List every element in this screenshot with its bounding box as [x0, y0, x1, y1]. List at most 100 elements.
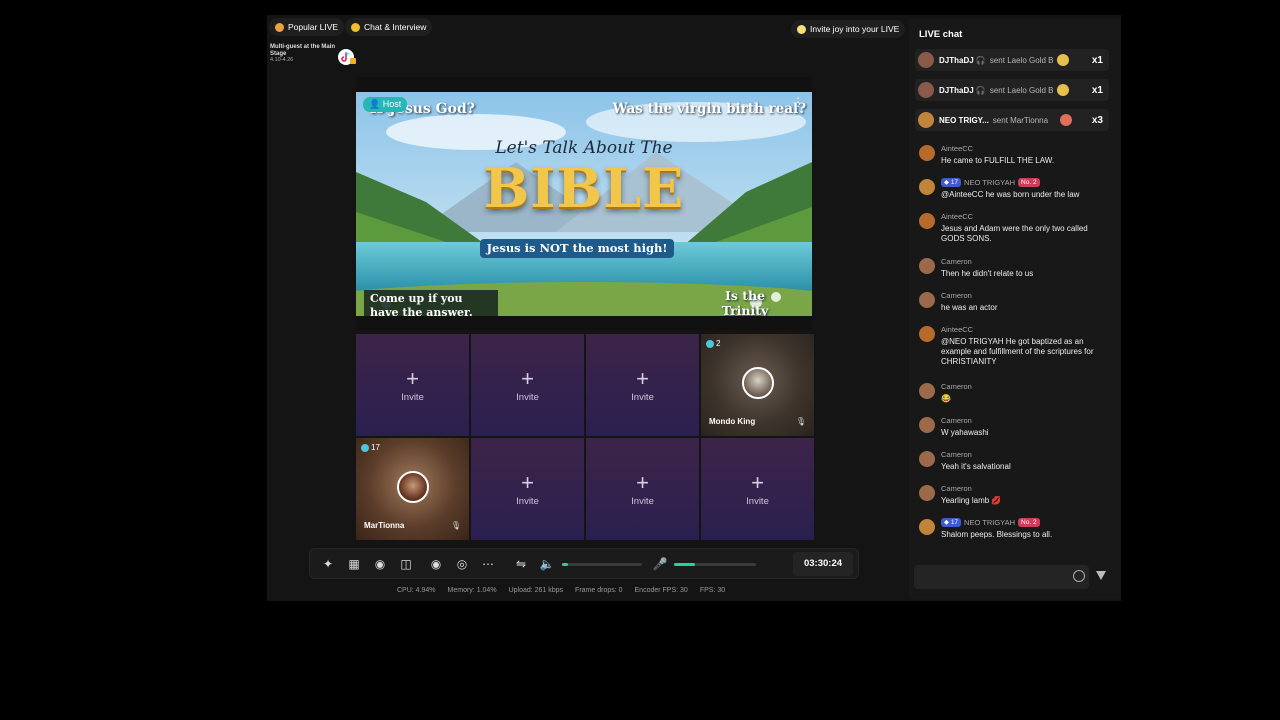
invite-label: Invite — [516, 495, 539, 507]
gift-user[interactable]: DJThaDJ 🎧 — [939, 56, 986, 65]
adjustments-icon[interactable]: ⇋ — [513, 556, 529, 572]
chat-input[interactable] — [914, 565, 1089, 589]
emoji-icon[interactable] — [1073, 570, 1085, 582]
stage-title: Multi-guest at the Main Stage — [270, 44, 335, 57]
avatar[interactable] — [919, 326, 935, 342]
flame-icon — [275, 22, 284, 32]
mic-level-slider[interactable] — [674, 563, 756, 566]
avatar — [918, 82, 934, 98]
chat-username[interactable]: Cameron — [941, 416, 972, 425]
invite-label: Invite — [401, 391, 424, 403]
person-icon: 👤 — [369, 99, 381, 109]
popular-live-tab[interactable]: Popular LIVE — [269, 18, 345, 36]
chat-username[interactable]: Cameron — [941, 291, 972, 300]
chat-username-row[interactable]: ◆ 17 NEO TRIGYAH No. 2 — [941, 518, 1040, 527]
chat-username[interactable]: AinteeCC — [941, 144, 973, 153]
chat-username[interactable]: Cameron — [941, 257, 972, 266]
guest-tile-mondo-king[interactable]: 2 Mondo King 🎙 — [701, 334, 814, 436]
mic-icon[interactable]: 🎙 — [796, 417, 806, 426]
screen-share-icon[interactable]: ◫ — [398, 556, 414, 572]
avatar[interactable] — [919, 213, 935, 229]
rank-badge: No. 2 — [1018, 518, 1040, 527]
plus-icon: + — [406, 365, 419, 391]
chat-username[interactable]: AinteeCC — [941, 325, 973, 334]
invite-label: Invite — [631, 391, 654, 403]
chat-username[interactable]: Cameron — [941, 450, 972, 459]
more-options-icon[interactable]: ⋯ — [480, 556, 496, 572]
chat-text: Shalom peeps. Blessings to all. — [941, 530, 1053, 539]
avatar[interactable] — [919, 145, 935, 161]
chat-text: Jesus and Adam were the only two called … — [941, 224, 1088, 243]
volume-slider-fill — [562, 563, 569, 566]
gift-user[interactable]: NEO TRIGY... — [939, 116, 989, 125]
cpu-stat: CPU: 4.94% — [397, 587, 436, 594]
banner-question-virgin-birth: Was the virgin birth real? — [612, 101, 806, 117]
chat-text: @NEO TRIGYAH He got baptized as an examp… — [941, 337, 1094, 366]
avatar[interactable] — [919, 383, 935, 399]
frame-drops-stat: Frame drops: 0 — [575, 587, 623, 594]
banner-not-most-high: Jesus is NOT the most high! — [480, 239, 674, 258]
microphone-icon[interactable]: 🎤 — [652, 556, 668, 572]
level-badge: ◆ 17 — [941, 178, 962, 187]
guest-rank-number: 17 — [371, 443, 380, 452]
chat-bubble-icon — [351, 22, 360, 32]
avatar[interactable] — [919, 179, 935, 195]
host-badge: 👤 Host — [363, 97, 408, 112]
chat-title: LIVE chat — [919, 29, 963, 40]
invite-slot[interactable]: + Invite — [701, 438, 814, 540]
level-icon — [706, 339, 714, 348]
ai-effects-icon[interactable]: ◉ — [372, 556, 388, 572]
gift-user[interactable]: DJThaDJ 🎧 — [939, 86, 986, 95]
mic-icon[interactable]: 🎙 — [451, 521, 461, 530]
level-badge: ◆ 17 — [941, 518, 962, 527]
tiktok-logo-icon — [338, 49, 356, 65]
chat-text: he was an actor — [941, 303, 998, 312]
chat-username[interactable]: AinteeCC — [941, 212, 973, 221]
invite-slot[interactable]: + Invite — [471, 334, 584, 436]
gift-row: NEO TRIGY... sent MarTionna x3 — [915, 109, 1109, 131]
volume-slider[interactable] — [562, 563, 642, 566]
more-vertical-icon[interactable]: ⋮ — [792, 95, 804, 109]
chat-username-row[interactable]: ◆ 17 NEO TRIGYAH No. 2 — [941, 178, 1040, 187]
chat-username: NEO TRIGYAH — [964, 178, 1016, 187]
chat-username[interactable]: Cameron — [941, 484, 972, 493]
guest-tile-martionna[interactable]: 17 MarTionna 🎙 — [356, 438, 469, 540]
invite-slot[interactable]: + Invite — [586, 334, 699, 436]
speaker-icon[interactable]: 🔈 — [539, 556, 555, 572]
invite-slot[interactable]: + Invite — [471, 438, 584, 540]
avatar[interactable] — [919, 258, 935, 274]
invite-joy-label: Invite joy into your LIVE — [810, 24, 900, 34]
gift-row: DJThaDJ 🎧 sent Laelo Gold B x1 — [915, 49, 1109, 71]
avatar[interactable] — [919, 417, 935, 433]
invite-slot[interactable]: + Invite — [356, 334, 469, 436]
invite-slot[interactable]: + Invite — [586, 438, 699, 540]
guest-name: MarTionna — [364, 521, 405, 530]
fps-stat: FPS: 30 — [699, 587, 726, 594]
performance-stats: CPU: 4.94% Memory: 1.04% Upload: 261 kbp… — [397, 587, 725, 594]
chat-text: Yearling lamb 💋 — [941, 496, 1002, 505]
chat-username[interactable]: Cameron — [941, 382, 972, 391]
guest-grid: + Invite + Invite + Invite 2 Mondo King … — [356, 334, 814, 540]
guest-rank-badge: 2 — [706, 339, 720, 348]
stage-promo[interactable]: Multi-guest at the Main Stage 4.10-4.26 — [270, 44, 336, 64]
guest-name: Mondo King — [709, 417, 756, 426]
record-icon[interactable]: ◉ — [428, 556, 444, 572]
send-icon[interactable] — [1096, 571, 1106, 580]
chat-interview-tab[interactable]: Chat & Interview — [345, 18, 433, 36]
layout-icon[interactable]: ▦ — [346, 556, 362, 572]
level-badge-value: 17 — [950, 519, 959, 526]
host-badge-label: Host — [382, 99, 402, 109]
rank-badge: No. 2 — [1018, 178, 1040, 187]
magic-wand-icon[interactable]: ✦ — [320, 556, 336, 572]
level-icon — [361, 443, 369, 452]
live-duration-timer: 03:30:24 — [793, 552, 853, 576]
avatar[interactable] — [919, 451, 935, 467]
avatar[interactable] — [919, 292, 935, 308]
avatar[interactable] — [919, 519, 935, 535]
chat-text: W yahawashi — [941, 428, 989, 437]
camera-switch-icon[interactable]: ◎ — [454, 556, 470, 572]
plus-icon: + — [636, 469, 649, 495]
avatar[interactable] — [919, 485, 935, 501]
encoder-fps-stat: Encoder FPS: 30 — [634, 587, 688, 594]
invite-joy-button[interactable]: Invite joy into your LIVE — [791, 20, 906, 38]
